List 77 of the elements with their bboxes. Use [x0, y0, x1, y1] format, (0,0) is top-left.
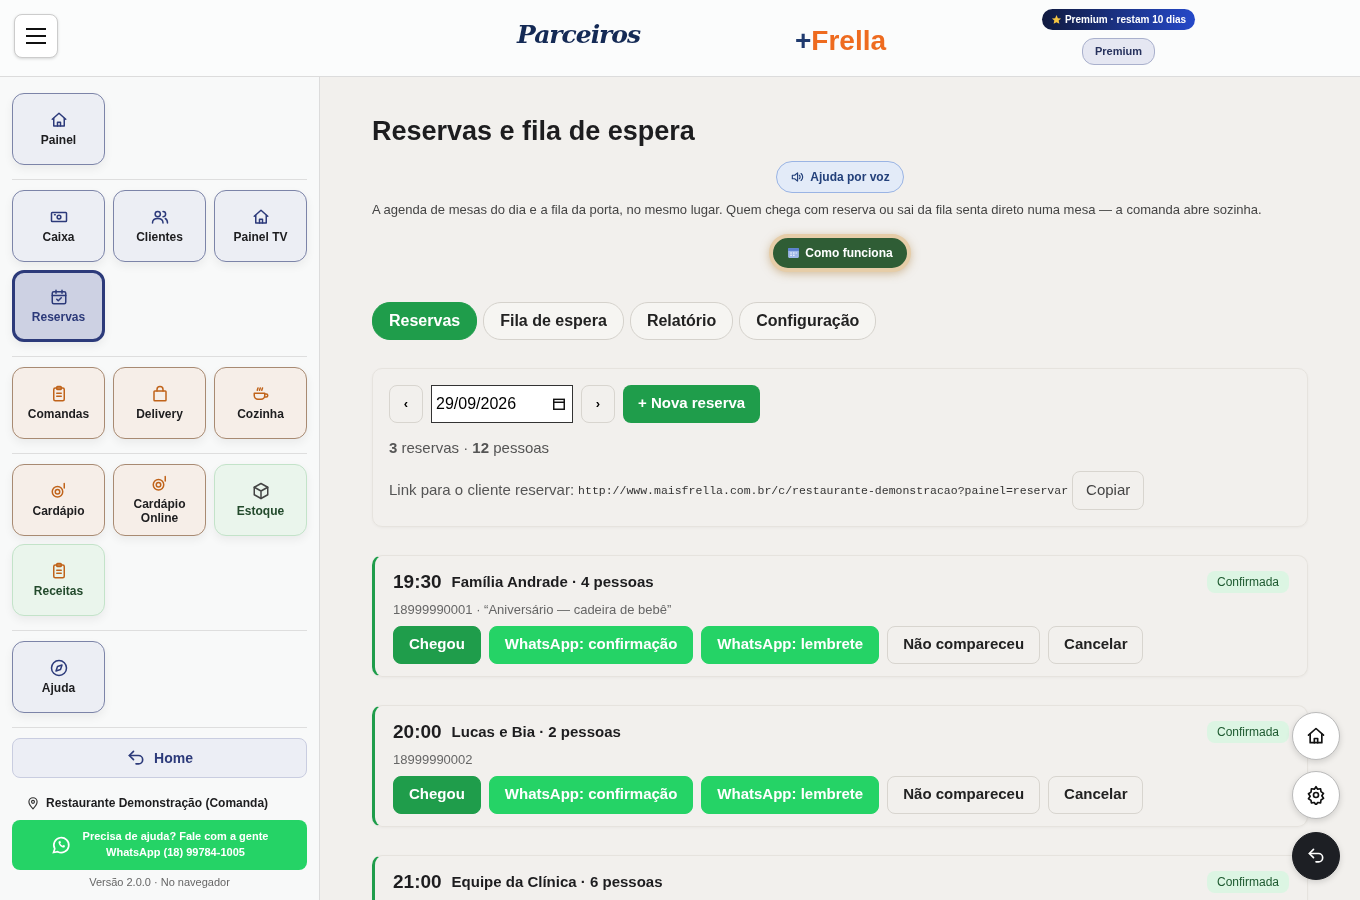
home-icon	[49, 110, 68, 129]
page-description: A agenda de mesas do dia e a fila da porta, no mesmo lugar. Quem chega com reserva ou sai da fila senta direto numa mesa — a comanda abre sozinha.	[372, 201, 1263, 220]
link-label: Link para o cliente reservar:	[389, 480, 575, 501]
home-button[interactable]	[1292, 712, 1340, 760]
nav-tile[interactable]: Painel	[12, 93, 105, 165]
nav-tile[interactable]: Estoque	[214, 464, 307, 536]
location-pin-icon	[26, 796, 40, 810]
bag-icon	[150, 384, 169, 403]
plan-text: Premium · restam 10 dias	[1064, 13, 1187, 27]
copy-button[interactable]: Copiar	[1072, 471, 1145, 510]
star-icon	[1050, 14, 1062, 25]
nav-tile[interactable]: Receitas	[12, 544, 105, 616]
nav-tile[interactable]: Painel TV	[214, 190, 307, 262]
home-icon	[1306, 726, 1326, 746]
target-icon	[150, 475, 169, 494]
partner-logo: Parceiros	[517, 19, 641, 51]
reservation-time: 21:00	[393, 869, 442, 894]
status-badge: Confirmada	[1206, 870, 1289, 893]
nav-tile[interactable]: Clientes	[113, 190, 206, 262]
nav-tile[interactable]: Ajuda	[12, 641, 105, 713]
calendar-icon	[787, 246, 801, 260]
date-field[interactable]: 29/09/2026	[431, 384, 573, 423]
booking-url[interactable]: http://www.maisfrella.com.br/c/restaurante-demonstracao?painel=reservar	[578, 481, 1069, 499]
whatsapp-icon	[50, 835, 71, 855]
cup-icon	[251, 384, 270, 403]
brand-logo: Frella	[811, 24, 887, 58]
calendar-icon	[552, 396, 566, 411]
reservation-details: 18999990002	[393, 751, 474, 770]
action-button[interactable]: Chegou	[393, 775, 481, 814]
home-button[interactable]: Home	[12, 738, 307, 778]
how-it-works-button[interactable]: Como funciona	[769, 233, 911, 272]
undo-button[interactable]	[1292, 832, 1340, 880]
page-title: Reservas e fila de espera	[372, 115, 696, 148]
status-badge: Confirmada	[1206, 720, 1289, 743]
plan-pill: Premium	[1081, 38, 1156, 65]
nav-tile[interactable]: Caixa	[12, 190, 105, 262]
reservation-title: Família Andrade · 4 pessoas	[451, 571, 654, 592]
next-day-button[interactable]: ›	[581, 384, 615, 423]
new-reservation-button[interactable]: + Nova reserva	[623, 384, 761, 423]
reservation-title: Equipe da Clínica · 6 pessoas	[451, 871, 663, 892]
tab[interactable]: Fila de espera	[483, 301, 624, 340]
reservation-time: 19:30	[393, 569, 442, 594]
logo-plus-mark: +	[795, 24, 812, 58]
action-button[interactable]: Não compareceu	[887, 775, 1041, 814]
nav-tile[interactable]: Comandas	[12, 367, 105, 439]
action-button[interactable]: Cancelar	[1048, 775, 1144, 814]
tab[interactable]: Reservas	[372, 301, 478, 340]
tab[interactable]: Configuração	[739, 301, 877, 340]
voice-help-button[interactable]: Ajuda por voz	[776, 161, 904, 194]
reservation-time: 20:00	[393, 719, 442, 744]
menu-button[interactable]	[14, 14, 58, 58]
tab[interactable]: Relatório	[629, 301, 734, 340]
action-button[interactable]: Cancelar	[1048, 625, 1144, 664]
target-icon	[49, 481, 68, 500]
settings-icon	[1306, 785, 1326, 805]
compass-icon	[49, 658, 68, 677]
settings-button[interactable]	[1292, 771, 1340, 819]
previous-day-button[interactable]: ‹	[389, 384, 423, 423]
location-text: Restaurante Demonstração (Comanda)	[46, 795, 269, 812]
undo-icon	[1306, 846, 1326, 866]
reservation-title: Lucas e Bia · 2 pessoas	[451, 721, 621, 742]
action-button[interactable]: Não compareceu	[887, 625, 1041, 664]
home-icon	[251, 207, 270, 226]
reservation-details: 18999990001 · “Aniversário — cadeira de bebê”	[393, 601, 673, 620]
nav-tile[interactable]: Cardápio	[12, 464, 105, 536]
menu-icon	[25, 27, 47, 45]
speaker-icon	[790, 170, 805, 185]
nav-tile[interactable]: Cozinha	[214, 367, 307, 439]
nav-tile[interactable]: Reservas	[12, 270, 105, 342]
calendar-check-icon	[49, 287, 68, 306]
action-button[interactable]: Chegou	[393, 625, 481, 664]
version-text: Versão 2.0.0 · No navegador	[88, 875, 231, 890]
box-icon	[251, 481, 270, 500]
nav-tile[interactable]: Cardápio Online	[113, 464, 206, 536]
status-badge: Confirmada	[1206, 570, 1289, 593]
nav-tile[interactable]: Delivery	[113, 367, 206, 439]
reservation-summary: 3 reservas · 12 pessoas	[389, 437, 551, 458]
